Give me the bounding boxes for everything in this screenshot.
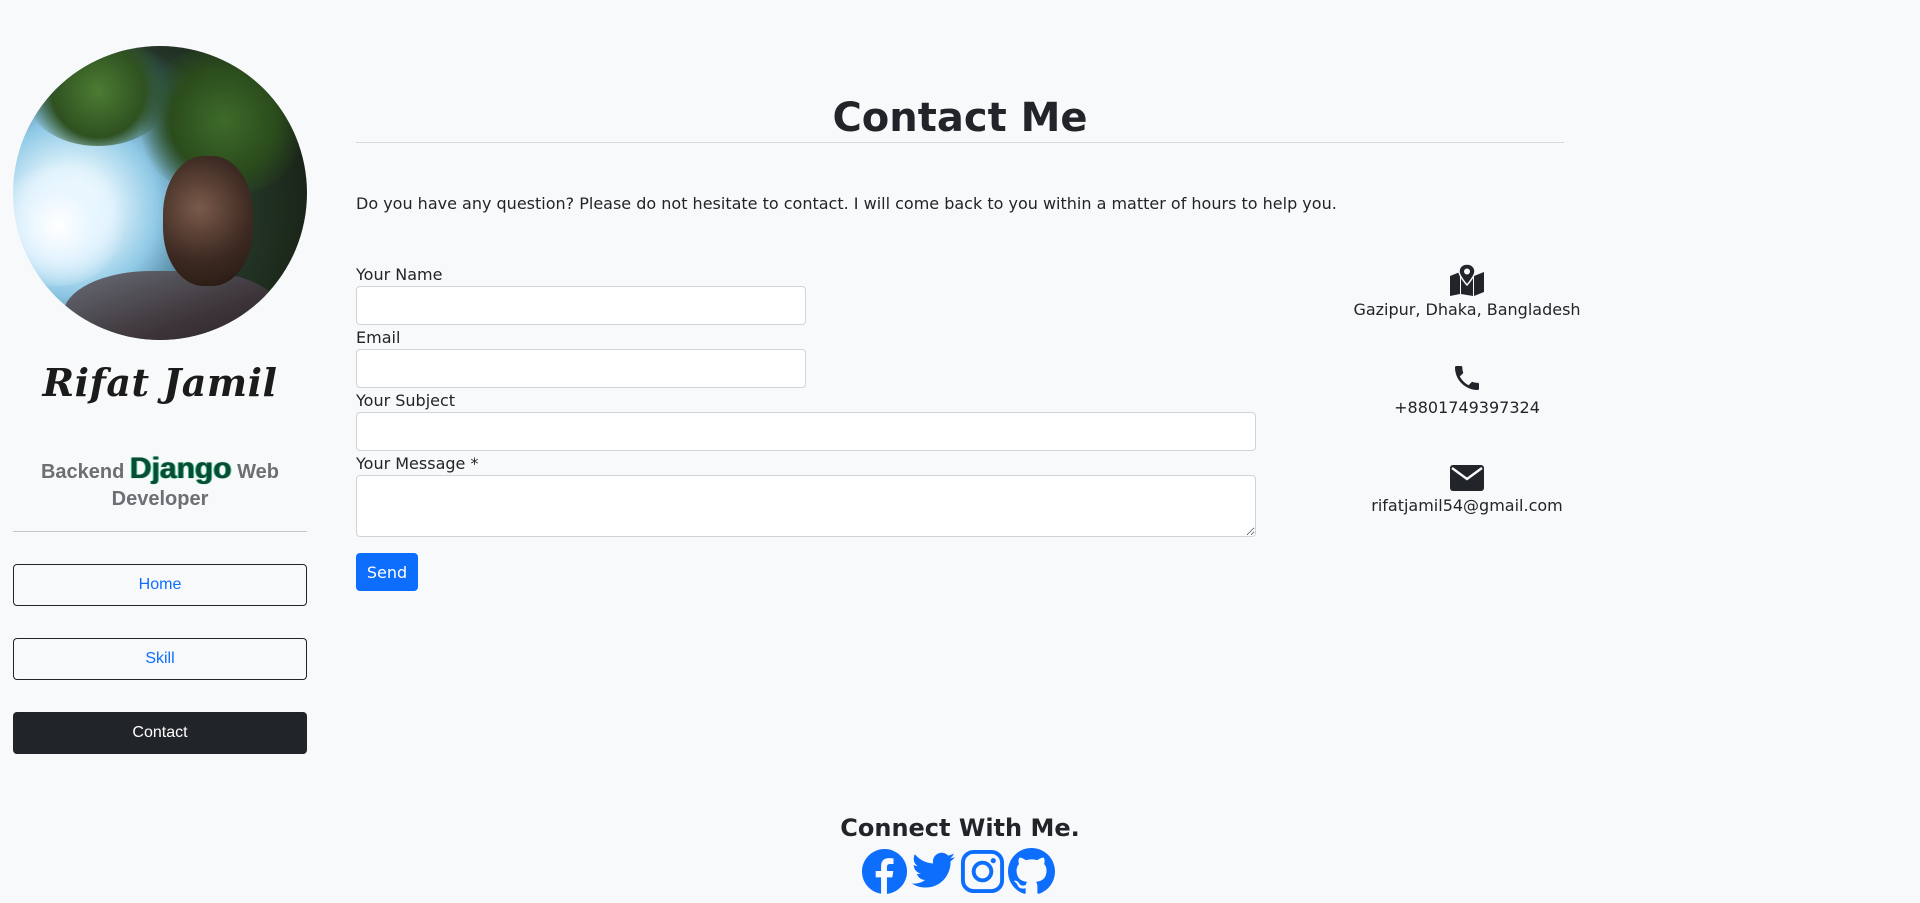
address-text: Gazipur, Dhaka, Bangladesh (1353, 300, 1581, 319)
connect-heading: Connect With Me. (840, 814, 1080, 842)
email-label: Email (356, 328, 401, 347)
nav-skill-button[interactable]: Skill (13, 638, 307, 680)
subject-label: Your Subject (356, 391, 456, 410)
envelope-icon (1292, 460, 1642, 492)
subject-input[interactable] (356, 412, 1256, 451)
title-divider (356, 142, 1564, 143)
phone-item: +8801749397324 (1292, 362, 1642, 460)
main-content: Contact Me Do you have any question? Ple… (356, 95, 1581, 591)
message-textarea[interactable] (356, 475, 1256, 537)
name-input[interactable] (356, 286, 806, 325)
phone-text: +8801749397324 (1394, 398, 1540, 417)
instagram-icon[interactable] (959, 848, 1006, 895)
facebook-icon[interactable] (861, 848, 908, 895)
send-button[interactable]: Send (356, 553, 418, 591)
map-pin-icon (1292, 264, 1642, 296)
role-prefix: Backend (40, 461, 125, 483)
sidebar: Rifat Jamil Backend Django Web Developer… (13, 46, 307, 754)
name-label: Your Name (356, 265, 443, 284)
twitter-icon[interactable] (910, 848, 957, 895)
email-input[interactable] (356, 349, 806, 388)
phone-icon (1292, 362, 1642, 394)
avatar (13, 46, 307, 340)
intro-text: Do you have any question? Please do not … (356, 194, 1337, 213)
contact-form: Your Name Email Your Subject Your Messag… (356, 264, 1256, 591)
github-icon[interactable] (1008, 848, 1055, 895)
django-logo: Django (129, 452, 232, 485)
profile-name: Rifat Jamil (42, 360, 278, 405)
message-label: Your Message * (356, 454, 479, 473)
profile-role: Backend Django Web Developer (13, 452, 307, 513)
email-item: rifatjamil54@gmail.com (1292, 460, 1642, 558)
sidebar-divider (13, 531, 307, 532)
footer: Connect With Me. (0, 812, 1920, 895)
email-text: rifatjamil54@gmail.com (1371, 496, 1563, 515)
address-item: Gazipur, Dhaka, Bangladesh (1292, 264, 1642, 362)
social-links (0, 848, 1920, 895)
contact-info: Gazipur, Dhaka, Bangladesh +880174939732… (1292, 264, 1642, 558)
nav-contact-button[interactable]: Contact (13, 712, 307, 754)
nav-home-button[interactable]: Home (13, 564, 307, 606)
page-title: Contact Me (832, 95, 1088, 141)
